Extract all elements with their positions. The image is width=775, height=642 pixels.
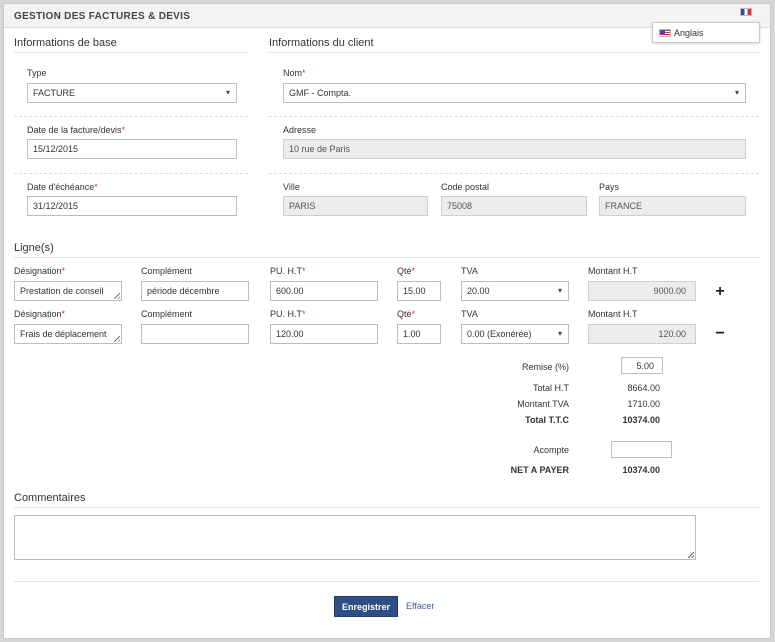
city-field: PARIS	[283, 196, 428, 216]
type-label: Type	[27, 68, 47, 78]
divider	[269, 52, 759, 53]
country-label: Pays	[599, 182, 620, 192]
divider	[14, 507, 759, 508]
address-label: Adresse	[283, 125, 317, 135]
unit-price-input[interactable]: 120.00	[270, 324, 378, 344]
invoice-date-input[interactable]: 15/12/2015	[27, 139, 237, 159]
page-title: GESTION DES FACTURES & DEVIS	[14, 11, 191, 22]
net-to-pay-label: NET A PAYER	[510, 465, 569, 475]
type-select[interactable]: FACTURE	[27, 83, 237, 103]
total-ht-label: Total H.T	[532, 383, 569, 393]
comments-heading: Commentaires	[14, 492, 86, 504]
qty-header-text: Qté	[397, 266, 412, 276]
designation-input[interactable]: Frais de déplacement	[14, 324, 122, 344]
due-date-label-text: Date d'échéance	[27, 182, 95, 192]
total-ht-value: 8664.00	[627, 383, 660, 393]
vat-header: TVA	[461, 309, 478, 319]
designation-header: Désignation*	[14, 266, 65, 276]
designation-header: Désignation*	[14, 309, 65, 319]
amount-field: 9000.00	[588, 281, 696, 301]
flag-us-icon	[659, 28, 671, 37]
net-to-pay-value: 10374.00	[622, 465, 660, 475]
vat-select[interactable]: 0.00 (Exonérée)	[461, 324, 569, 344]
client-name-select-value: GMF - Compta.	[289, 88, 352, 98]
divider	[14, 173, 248, 174]
zip-field: 75008	[441, 196, 587, 216]
amount-header: Montant H.T	[588, 266, 638, 276]
vat-amount-value: 1710.00	[627, 399, 660, 409]
language-menu-item-english[interactable]: Anglais	[652, 22, 760, 43]
save-button[interactable]: Enregistrer	[334, 596, 398, 617]
client-name-label-text: Nom	[283, 68, 303, 78]
client-name-select[interactable]: GMF - Compta.	[283, 83, 746, 103]
language-menu-label: Anglais	[674, 27, 704, 38]
remove-line-icon[interactable]: −	[713, 326, 727, 342]
divider	[14, 581, 759, 582]
unit-price-header-text: PU. H.T	[270, 309, 303, 319]
amount-header: Montant H.T	[588, 309, 638, 319]
divider	[14, 52, 248, 53]
discount-input[interactable]: 5.00	[621, 357, 663, 374]
add-line-icon[interactable]: +	[713, 284, 727, 300]
vat-select-value: 0.00 (Exonérée)	[467, 329, 532, 339]
erase-link[interactable]: Effacer	[406, 601, 434, 611]
qty-header: Qté*	[397, 266, 415, 276]
zip-label: Code postal	[441, 182, 490, 192]
client-name-label: Nom*	[283, 68, 306, 78]
complement-header: Complément	[141, 309, 193, 319]
divider	[269, 116, 759, 117]
qty-header: Qté*	[397, 309, 415, 319]
divider	[269, 173, 759, 174]
required-star: *	[411, 309, 416, 319]
required-star: *	[302, 68, 306, 78]
required-star: *	[61, 266, 66, 276]
country-field: FRANCE	[599, 196, 746, 216]
vat-select[interactable]: 20.00	[461, 281, 569, 301]
qty-input[interactable]: 1.00	[397, 324, 441, 344]
complement-header: Complément	[141, 266, 193, 276]
unit-price-header-text: PU. H.T	[270, 266, 303, 276]
due-date-label: Date d'échéance*	[27, 182, 98, 192]
vat-header: TVA	[461, 266, 478, 276]
total-ttc-label: Total T.T.C	[525, 415, 569, 425]
unit-price-header: PU. H.T*	[270, 266, 306, 276]
divider	[14, 116, 248, 117]
due-date-input[interactable]: 31/12/2015	[27, 196, 237, 216]
client-info-heading: Informations du client	[269, 37, 374, 49]
amount-field: 120.00	[588, 324, 696, 344]
designation-input[interactable]: Prestation de conseil	[14, 281, 122, 301]
required-star: *	[411, 266, 416, 276]
city-label: Ville	[283, 182, 300, 192]
address-field: 10 rue de Paris	[283, 139, 746, 159]
vat-select-value: 20.00	[467, 286, 490, 296]
discount-label: Remise (%)	[521, 362, 569, 372]
designation-header-text: Désignation	[14, 266, 62, 276]
required-star: *	[121, 125, 126, 135]
required-star: *	[94, 182, 98, 192]
complement-input[interactable]: période décembre	[141, 281, 249, 301]
basic-info-heading: Informations de base	[14, 37, 117, 49]
invoice-date-label-text: Date de la facture/devis	[27, 125, 122, 135]
divider	[14, 257, 759, 258]
flag-fr-icon[interactable]	[740, 8, 752, 16]
deposit-label: Acompte	[533, 445, 569, 455]
required-star: *	[302, 266, 306, 276]
lines-heading: Ligne(s)	[14, 242, 54, 254]
designation-header-text: Désignation	[14, 309, 62, 319]
qty-header-text: Qté	[397, 309, 412, 319]
vat-amount-label: Montant TVA	[517, 399, 569, 409]
complement-input[interactable]	[141, 324, 249, 344]
required-star: *	[61, 309, 66, 319]
type-select-value: FACTURE	[33, 88, 76, 98]
qty-input[interactable]: 15.00	[397, 281, 441, 301]
required-star: *	[302, 309, 306, 319]
unit-price-input[interactable]: 600.00	[270, 281, 378, 301]
total-ttc-value: 10374.00	[622, 415, 660, 425]
unit-price-header: PU. H.T*	[270, 309, 306, 319]
invoice-date-label: Date de la facture/devis*	[27, 125, 125, 135]
invoice-window: GESTION DES FACTURES & DEVIS Anglais Inf…	[3, 3, 771, 639]
deposit-input[interactable]	[611, 441, 672, 458]
comments-textarea[interactable]	[14, 515, 696, 560]
